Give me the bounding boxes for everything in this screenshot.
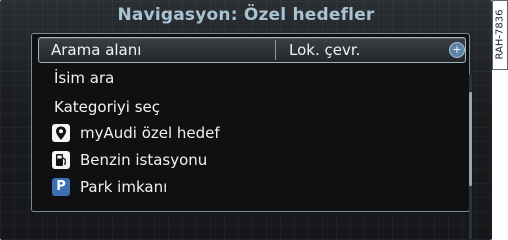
search-name-item[interactable]: İsim ara <box>32 65 462 91</box>
parking-icon: P <box>52 178 70 196</box>
figure-code-label: RAH-7836 <box>492 0 508 70</box>
scrollbar-thumb[interactable] <box>469 92 472 186</box>
plus-icon[interactable]: + <box>449 42 465 58</box>
search-name-label: İsim ara <box>54 69 115 87</box>
category-label: Park imkanı <box>80 178 168 196</box>
search-area-label: Arama alanı <box>51 41 142 59</box>
category-label: myAudi özel hedef <box>80 124 220 142</box>
search-area-row[interactable]: Arama alanı Lok. çevr. + <box>38 37 466 63</box>
category-label: Benzin istasyonu <box>80 151 208 169</box>
figure-code-text: RAH-7836 <box>494 9 506 60</box>
select-category-label: Kategoriyi seç <box>54 98 161 116</box>
category-parking-item[interactable]: P Park imkanı <box>32 174 462 200</box>
category-myaudi-item[interactable]: myAudi özel hedef <box>32 120 462 146</box>
navigation-screen: Navigasyon: Özel hedefler Arama alanı Lo… <box>0 0 492 240</box>
screen-title: Navigasyon: Özel hedefler <box>117 5 375 25</box>
category-fuel-item[interactable]: Benzin istasyonu <box>32 147 462 173</box>
fuel-pump-icon <box>52 151 70 169</box>
poi-menu-panel: Arama alanı Lok. çevr. + İsim ara Katego… <box>31 33 472 239</box>
location-pin-icon <box>52 124 70 142</box>
search-area-value: Lok. çevr. <box>289 41 361 59</box>
select-category-item[interactable]: Kategoriyi seç <box>32 94 462 120</box>
row-divider <box>275 40 276 60</box>
